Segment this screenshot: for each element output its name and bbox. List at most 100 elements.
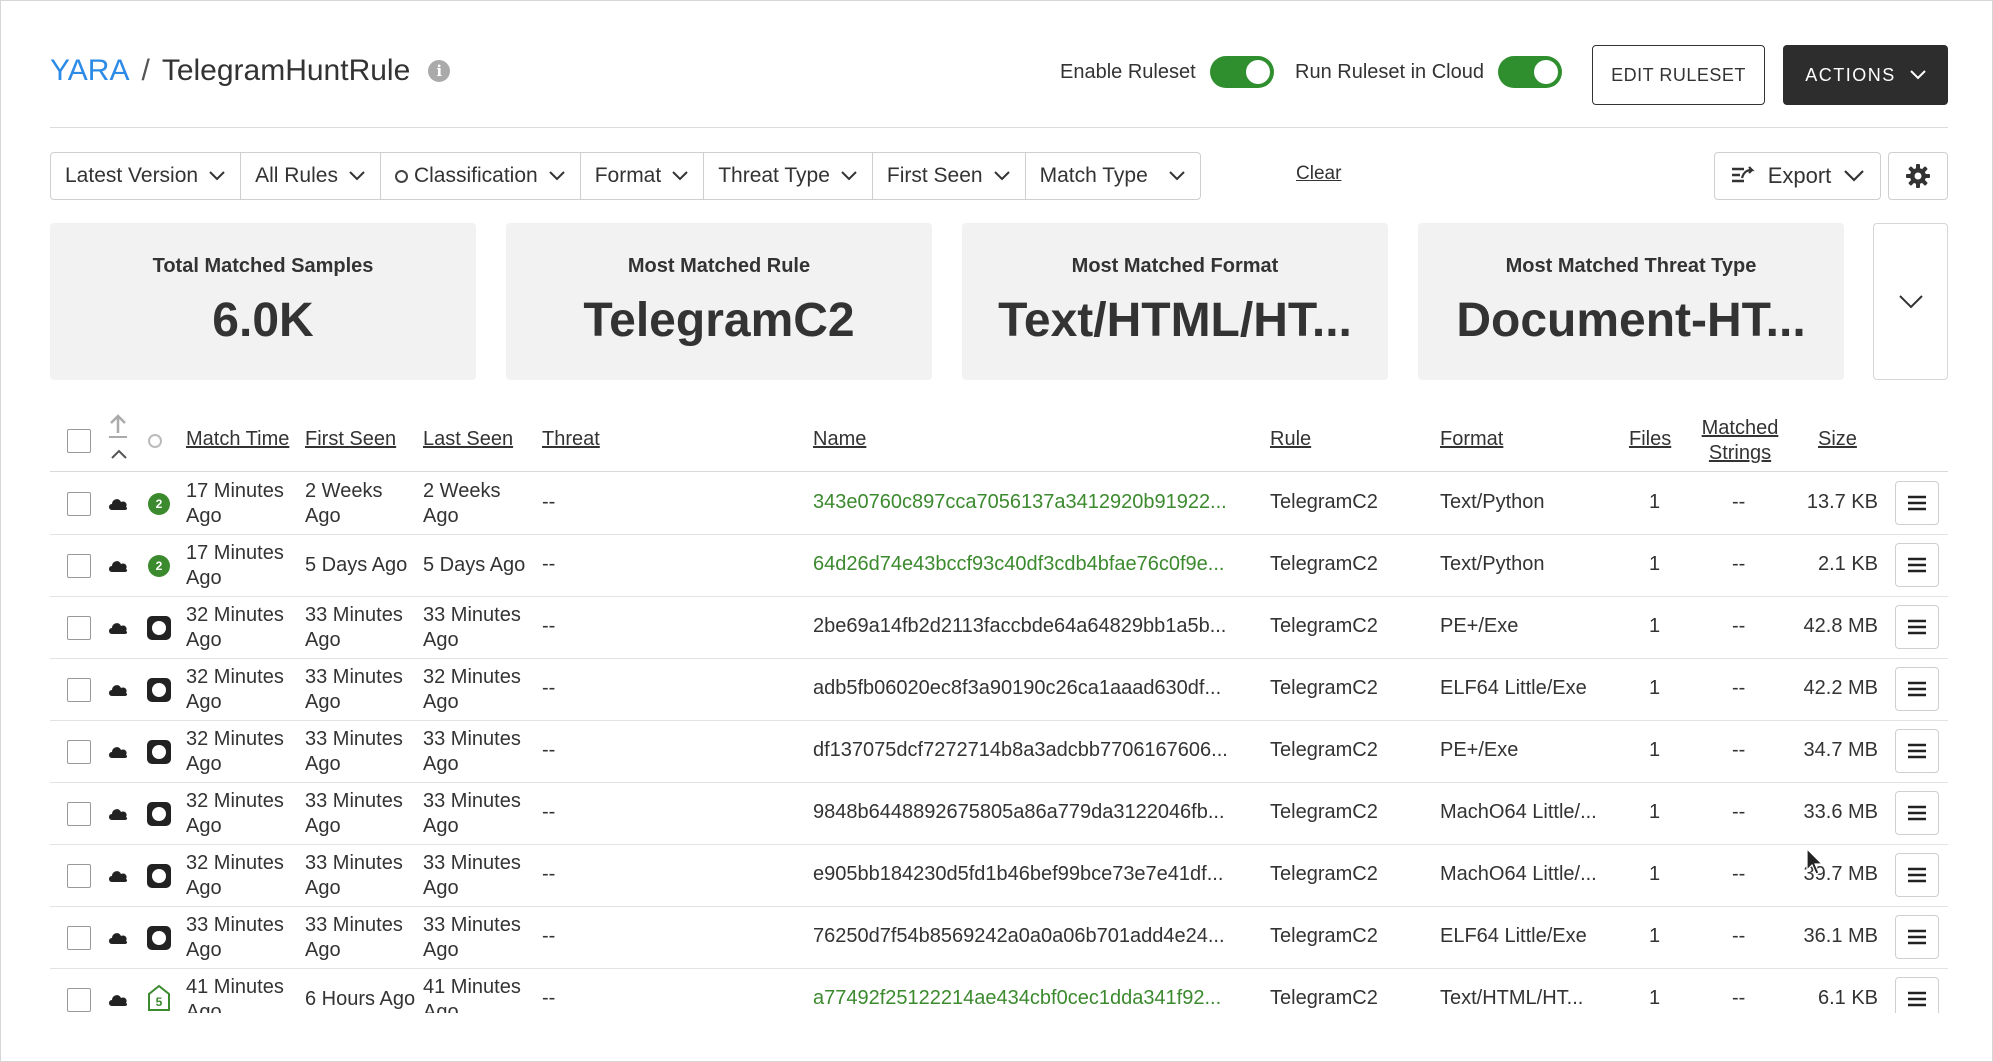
table-row[interactable]: 33 Minutes Ago 33 Minutes Ago 33 Minutes Ag… [50, 907, 1948, 969]
info-icon[interactable]: i [428, 60, 451, 82]
column-rule[interactable]: Rule [1270, 428, 1311, 451]
row-menu-button[interactable] [1895, 481, 1939, 525]
results-table: Match Time First Seen Last Seen Threat N… [50, 408, 1948, 1013]
rule-cell: TelegramC2 [1270, 553, 1378, 575]
matched-strings-cell: -- [1732, 801, 1746, 823]
row-checkbox[interactable] [67, 616, 91, 640]
clear-filters-link[interactable]: Clear [1296, 163, 1341, 185]
select-all-checkbox[interactable] [67, 429, 91, 453]
format-cell: Text/Python [1440, 491, 1545, 513]
row-checkbox[interactable] [67, 678, 91, 702]
last-seen-cell: 33 Minutes Ago [423, 790, 521, 837]
classification-filter[interactable]: Classification [381, 153, 581, 199]
cloud-icon [109, 685, 128, 696]
threat-cell: -- [542, 491, 556, 513]
sample-name-link[interactable]: 2be69a14fb2d2113faccbde64a64829bb1a5b... [813, 615, 1226, 638]
last-seen-cell: 33 Minutes Ago [423, 604, 521, 651]
column-matched-strings[interactable]: Matched Strings [1695, 416, 1785, 466]
row-checkbox[interactable] [67, 740, 91, 764]
row-menu-button[interactable] [1895, 729, 1939, 773]
matched-label: Matched [1701, 417, 1779, 439]
table-row[interactable]: 32 Minutes Ago 33 Minutes Ago 33 Minutes Ag… [50, 597, 1948, 659]
row-menu-button[interactable] [1895, 853, 1939, 897]
threat-cell: -- [542, 615, 556, 637]
page-header: YARA / TelegramHuntRule i Enable Ruleset… [50, 40, 1948, 128]
sample-name-link[interactable]: a77492f25122214ae434cbf0cec1dda341f92... [813, 987, 1221, 1010]
column-size[interactable]: Size [1818, 428, 1857, 451]
row-menu-button[interactable] [1895, 605, 1939, 649]
stat-label: Most Matched Rule [627, 255, 811, 277]
table-row[interactable]: 2 17 Minutes Ago 2 Weeks Ago 2 Weeks Ago --… [50, 473, 1948, 535]
row-checkbox[interactable] [67, 802, 91, 826]
row-menu-button[interactable] [1895, 915, 1939, 959]
column-format[interactable]: Format [1440, 428, 1503, 451]
table-row[interactable]: 32 Minutes Ago 33 Minutes Ago 33 Minutes Ag… [50, 721, 1948, 783]
sample-name-link[interactable]: df137075dcf7272714b8a3adcbb7706167606... [813, 739, 1228, 762]
sample-name-link[interactable]: 343e0760c897cca7056137a3412920b91922... [813, 491, 1227, 514]
expand-stats-button[interactable] [1873, 223, 1948, 380]
run-cloud-toggle[interactable] [1498, 56, 1562, 88]
first-seen-cell: 6 Hours Ago [305, 988, 416, 1010]
actions-button[interactable]: ACTIONS [1783, 45, 1948, 105]
column-last-seen[interactable]: Last Seen [423, 428, 513, 451]
column-name[interactable]: Name [813, 428, 866, 451]
matched-strings-cell: -- [1732, 615, 1746, 637]
column-files[interactable]: Files [1629, 428, 1671, 451]
row-checkbox[interactable] [67, 864, 91, 888]
sample-name-link[interactable]: 9848b6448892675805a86a779da3122046fb... [813, 801, 1225, 824]
first-seen-cell: 33 Minutes Ago [305, 914, 403, 961]
last-seen-cell: 33 Minutes Ago [423, 914, 521, 961]
sample-name-link[interactable]: adb5fb06020ec8f3a90190c26ca1aaad630df... [813, 677, 1221, 700]
row-checkbox[interactable] [67, 926, 91, 950]
unknown-classification-icon [147, 678, 171, 702]
unknown-classification-icon [147, 864, 171, 888]
matched-strings-cell: -- [1732, 677, 1746, 699]
size-cell: 13.7 KB [1806, 491, 1878, 513]
row-checkbox[interactable] [67, 554, 91, 578]
last-seen-cell: 32 Minutes Ago [423, 666, 521, 713]
filter-bar: Latest Version All Rules Classification … [50, 152, 1201, 200]
row-menu-button[interactable] [1895, 791, 1939, 835]
column-first-seen[interactable]: First Seen [305, 428, 396, 451]
edit-ruleset-button[interactable]: EDIT RULESET [1592, 45, 1765, 105]
table-row[interactable]: 2 17 Minutes Ago 5 Days Ago 5 Days Ago --… [50, 535, 1948, 597]
mouse-cursor-icon [1806, 848, 1824, 875]
sample-name-link[interactable]: e905bb184230d5fd1b46bef99bce73e7e41df... [813, 863, 1223, 886]
all-rules-label: All Rules [255, 164, 338, 187]
table-row[interactable]: 32 Minutes Ago 33 Minutes Ago 32 Minutes Ag… [50, 659, 1948, 721]
sample-name-link[interactable]: 76250d7f54b8569242a0a0a06b701add4e24... [813, 925, 1225, 948]
stat-card-most-matched-format: Most Matched Format Text/HTML/HT... [962, 223, 1388, 380]
settings-button[interactable] [1888, 152, 1948, 200]
export-button[interactable]: Export [1714, 152, 1881, 200]
classification-badge-icon: 5 [148, 984, 170, 1011]
row-checkbox[interactable] [67, 988, 91, 1012]
rule-cell: TelegramC2 [1270, 615, 1378, 637]
threat-cell: -- [542, 801, 556, 823]
column-match-time[interactable]: Match Time [186, 428, 289, 451]
first-seen-filter[interactable]: First Seen [873, 153, 1026, 199]
threat-type-filter[interactable]: Threat Type [704, 153, 873, 199]
format-cell: ELF64 Little/Exe [1440, 925, 1587, 947]
enable-ruleset-toggle[interactable] [1209, 56, 1274, 88]
row-menu-button[interactable] [1895, 543, 1939, 587]
table-row[interactable]: 5 41 Minutes Ago 6 Hours Ago 41 Minutes Ag… [50, 969, 1948, 1013]
chevron-down-icon [993, 171, 1010, 181]
stat-value: 6.0K [212, 294, 314, 347]
breadcrumb-root-link[interactable]: YARA [50, 54, 129, 88]
chevron-up-icon[interactable] [110, 448, 128, 460]
actions-label: ACTIONS [1805, 64, 1896, 85]
table-row[interactable]: 32 Minutes Ago 33 Minutes Ago 33 Minutes Ag… [50, 845, 1948, 907]
table-row[interactable]: 32 Minutes Ago 33 Minutes Ago 33 Minutes Ag… [50, 783, 1948, 845]
column-threat[interactable]: Threat [542, 428, 600, 451]
all-rules-filter[interactable]: All Rules [241, 153, 381, 199]
latest-version-filter[interactable]: Latest Version [51, 153, 242, 199]
row-menu-button[interactable] [1895, 667, 1939, 711]
match-type-filter[interactable]: Match Type [1026, 153, 1200, 199]
row-checkbox[interactable] [67, 492, 91, 516]
upload-icon[interactable] [107, 413, 129, 439]
row-menu-button[interactable] [1895, 977, 1939, 1013]
svg-text:2: 2 [156, 559, 163, 573]
threat-cell: -- [542, 677, 556, 699]
sample-name-link[interactable]: 64d26d74e43bccf93c40df3cdb4bfae76c0f9e..… [813, 553, 1224, 576]
format-filter[interactable]: Format [581, 153, 705, 199]
